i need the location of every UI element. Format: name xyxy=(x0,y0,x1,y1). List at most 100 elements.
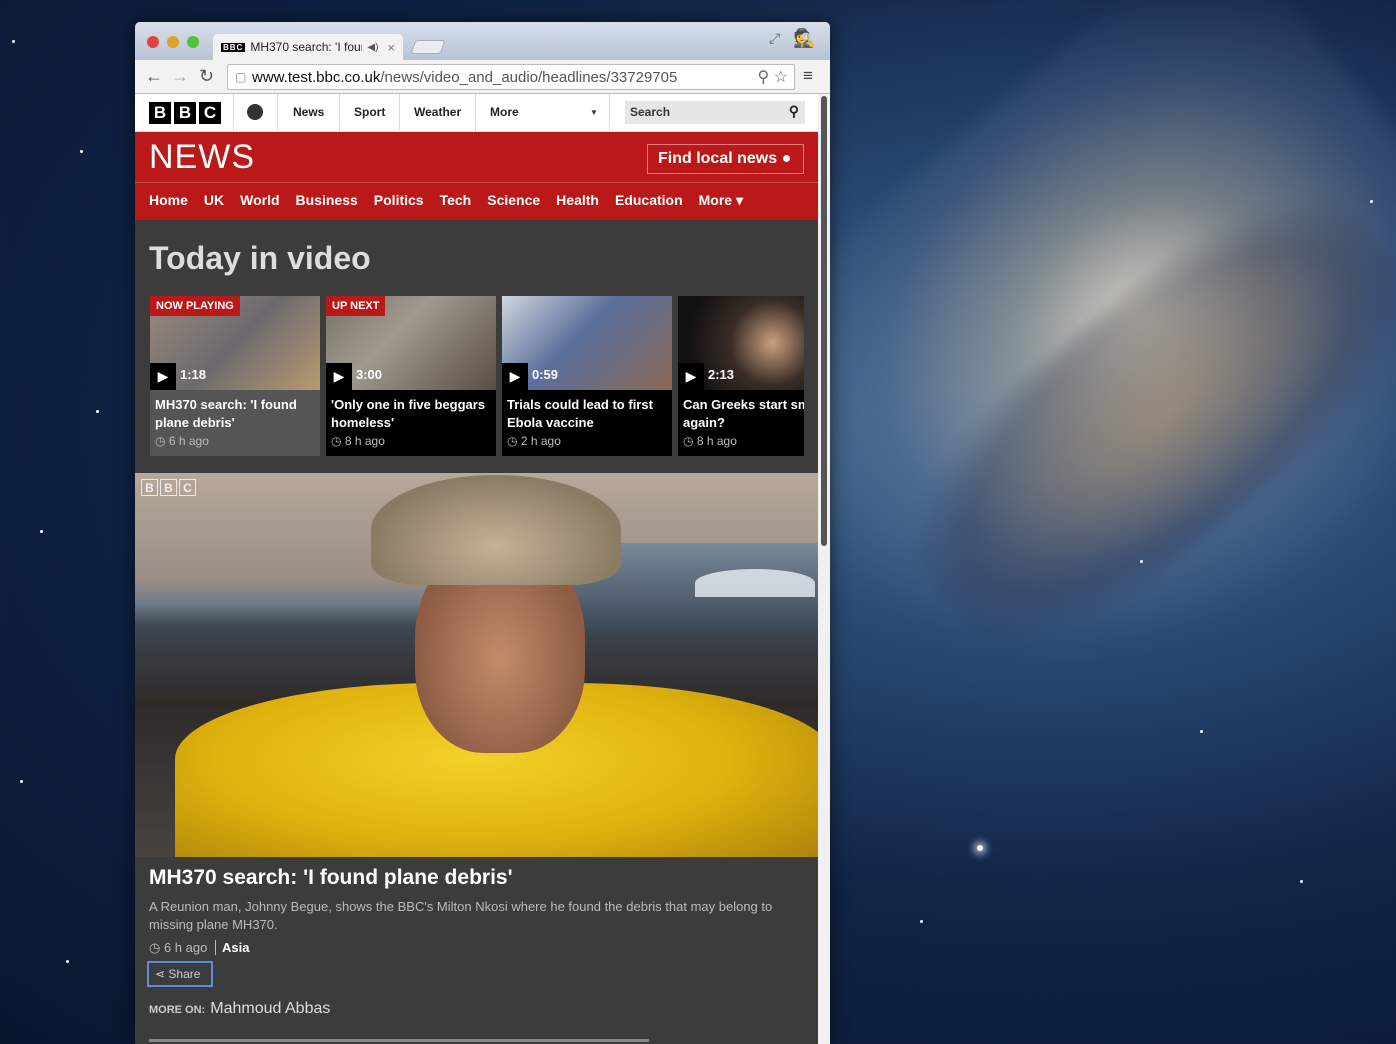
video-thumbnail: NOW PLAYING ▶ 1:18 xyxy=(150,296,320,390)
clock-icon: ◷ xyxy=(683,434,694,448)
news-nav: Home UK World Business Politics Tech Sci… xyxy=(149,192,759,209)
video-title: Trials could lead to first Ebola vaccine xyxy=(507,397,653,430)
news-nav-uk[interactable]: UK xyxy=(204,192,224,209)
star xyxy=(1370,200,1373,203)
find-local-news-button[interactable]: Find local news ● xyxy=(647,144,804,174)
divider xyxy=(475,94,476,132)
location-pin-icon: ● xyxy=(781,150,792,167)
zoom-window-button[interactable] xyxy=(187,36,199,48)
bbc-global-bar: B B C News Sport Weather More ▼ Search ⚲ xyxy=(135,94,818,132)
story-summary: A Reunion man, Johnny Begue, shows the B… xyxy=(149,899,773,932)
news-title[interactable]: NEWS xyxy=(149,138,255,177)
news-nav-education[interactable]: Education xyxy=(615,192,683,209)
video-card[interactable]: ▶ 2:13 Can Greeks start sm again? ◷ 8 h a… xyxy=(678,296,804,456)
bbc-nav-news[interactable]: News xyxy=(293,105,324,119)
video-title: 'Only one in five beggars homeless' xyxy=(331,397,486,430)
news-nav-world[interactable]: World xyxy=(240,192,279,209)
url-path: /news/video_and_audio/headlines/33729705 xyxy=(380,69,678,86)
bbc-favicon-icon: BBC xyxy=(221,42,246,52)
news-nav-business[interactable]: Business xyxy=(296,192,358,209)
clock-icon: ◷ xyxy=(331,434,342,448)
star xyxy=(12,40,15,43)
browser-tab[interactable]: BBC MH370 search: 'I found ◀) × xyxy=(213,34,403,60)
close-window-button[interactable] xyxy=(147,36,159,48)
bbc-search-input[interactable]: Search ⚲ xyxy=(625,101,805,124)
clock-icon: ◷ xyxy=(149,940,161,955)
divider xyxy=(149,1039,649,1042)
video-duration: 1:18 xyxy=(180,367,207,382)
video-frame-cap xyxy=(371,475,621,585)
close-tab-icon[interactable]: × xyxy=(387,40,395,55)
more-on-topic-link[interactable]: Mahmoud Abbas xyxy=(210,1000,330,1017)
star xyxy=(96,410,99,413)
bbc-nav-more[interactable]: More xyxy=(490,105,519,119)
play-icon: ▶ xyxy=(326,363,352,390)
bbc-logo[interactable]: B B C xyxy=(149,102,221,124)
bbc-nav-weather[interactable]: Weather xyxy=(414,105,461,119)
page-icon: ▢ xyxy=(235,70,247,84)
video-age: ◷ 6 h ago xyxy=(155,434,209,448)
star xyxy=(1140,560,1143,563)
video-duration: 3:00 xyxy=(356,367,383,382)
video-player[interactable]: B B C xyxy=(135,473,818,857)
video-thumbnail: UP NEXT ▶ 3:00 xyxy=(326,296,496,390)
news-nav-tech[interactable]: Tech xyxy=(440,192,472,209)
story-topic-link[interactable]: Asia xyxy=(214,940,250,955)
video-age: ◷ 8 h ago xyxy=(331,434,385,448)
clock-icon: ◷ xyxy=(155,434,166,448)
star xyxy=(1200,730,1203,733)
scrollbar-thumb[interactable] xyxy=(821,96,827,546)
forward-button[interactable]: → xyxy=(171,66,189,87)
news-nav-politics[interactable]: Politics xyxy=(374,192,424,209)
browser-toolbar: ← → ↻ ▢ www.test.bbc.co.uk/news/video_an… xyxy=(135,60,830,94)
clock-icon: ◷ xyxy=(507,434,518,448)
star xyxy=(1300,880,1303,883)
divider xyxy=(277,94,278,132)
share-button[interactable]: ⋖ Share xyxy=(147,961,213,987)
address-bar[interactable]: ▢ www.test.bbc.co.uk/news/video_and_audi… xyxy=(227,64,795,90)
news-nav-home[interactable]: Home xyxy=(149,192,188,209)
tab-title: MH370 search: 'I found xyxy=(250,40,363,54)
up-next-badge: UP NEXT xyxy=(326,296,386,316)
more-on-label: MORE ON: xyxy=(149,1004,206,1016)
back-button[interactable]: ← xyxy=(145,66,163,87)
page-viewport: B B C News Sport Weather More ▼ Search ⚲… xyxy=(135,94,830,1044)
bookmark-star-icon[interactable]: ☆ xyxy=(774,69,788,86)
bbc-nav-sport[interactable]: Sport xyxy=(354,105,385,119)
fullscreen-icon[interactable]: ⤢ xyxy=(769,30,780,47)
divider xyxy=(399,94,400,132)
news-nav-more[interactable]: More ▾ xyxy=(699,192,743,209)
star xyxy=(66,960,69,963)
browser-window: BBC MH370 search: 'I found ◀) × ⤢ 🕵 ← → … xyxy=(135,22,830,1044)
new-tab-button[interactable] xyxy=(410,40,446,54)
news-header: NEWS Find local news ● Home UK World Bus… xyxy=(135,132,818,220)
star xyxy=(977,845,983,851)
news-nav-health[interactable]: Health xyxy=(556,192,599,209)
video-thumbnail: ▶ 2:13 xyxy=(678,296,804,390)
video-card-up-next[interactable]: UP NEXT ▶ 3:00 'Only one in five beggars… xyxy=(326,296,496,456)
scrollbar[interactable] xyxy=(818,94,830,1044)
video-card[interactable]: ▶ 0:59 Trials could lead to first Ebola v… xyxy=(502,296,672,456)
story-age: 6 h ago xyxy=(163,940,208,955)
zoom-icon[interactable]: ⚲ xyxy=(757,69,769,86)
divider xyxy=(233,94,234,132)
title-bar: BBC MH370 search: 'I found ◀) × ⤢ 🕵 xyxy=(135,22,830,60)
browser-menu-button[interactable]: ≡ xyxy=(803,66,813,86)
video-duration: 2:13 xyxy=(708,367,735,382)
reload-button[interactable]: ↻ xyxy=(199,66,214,87)
video-card-now-playing[interactable]: NOW PLAYING ▶ 1:18 MH370 search: 'I foun… xyxy=(150,296,320,456)
play-icon: ▶ xyxy=(502,363,528,390)
divider xyxy=(135,182,818,183)
divider xyxy=(609,94,610,132)
play-icon: ▶ xyxy=(678,363,704,390)
news-nav-science[interactable]: Science xyxy=(487,192,540,209)
more-on: MORE ON: Mahmoud Abbas xyxy=(149,1000,330,1018)
video-age: ◷ 2 h ago xyxy=(507,434,561,448)
section-title: Today in video xyxy=(149,240,371,276)
search-icon[interactable]: ⚲ xyxy=(789,103,799,120)
minimize-window-button[interactable] xyxy=(167,36,179,48)
now-playing-badge: NOW PLAYING xyxy=(150,296,240,316)
share-icon: ⋖ xyxy=(155,967,166,981)
user-account-icon[interactable] xyxy=(247,104,263,120)
video-thumbnail: ▶ 0:59 xyxy=(502,296,672,390)
